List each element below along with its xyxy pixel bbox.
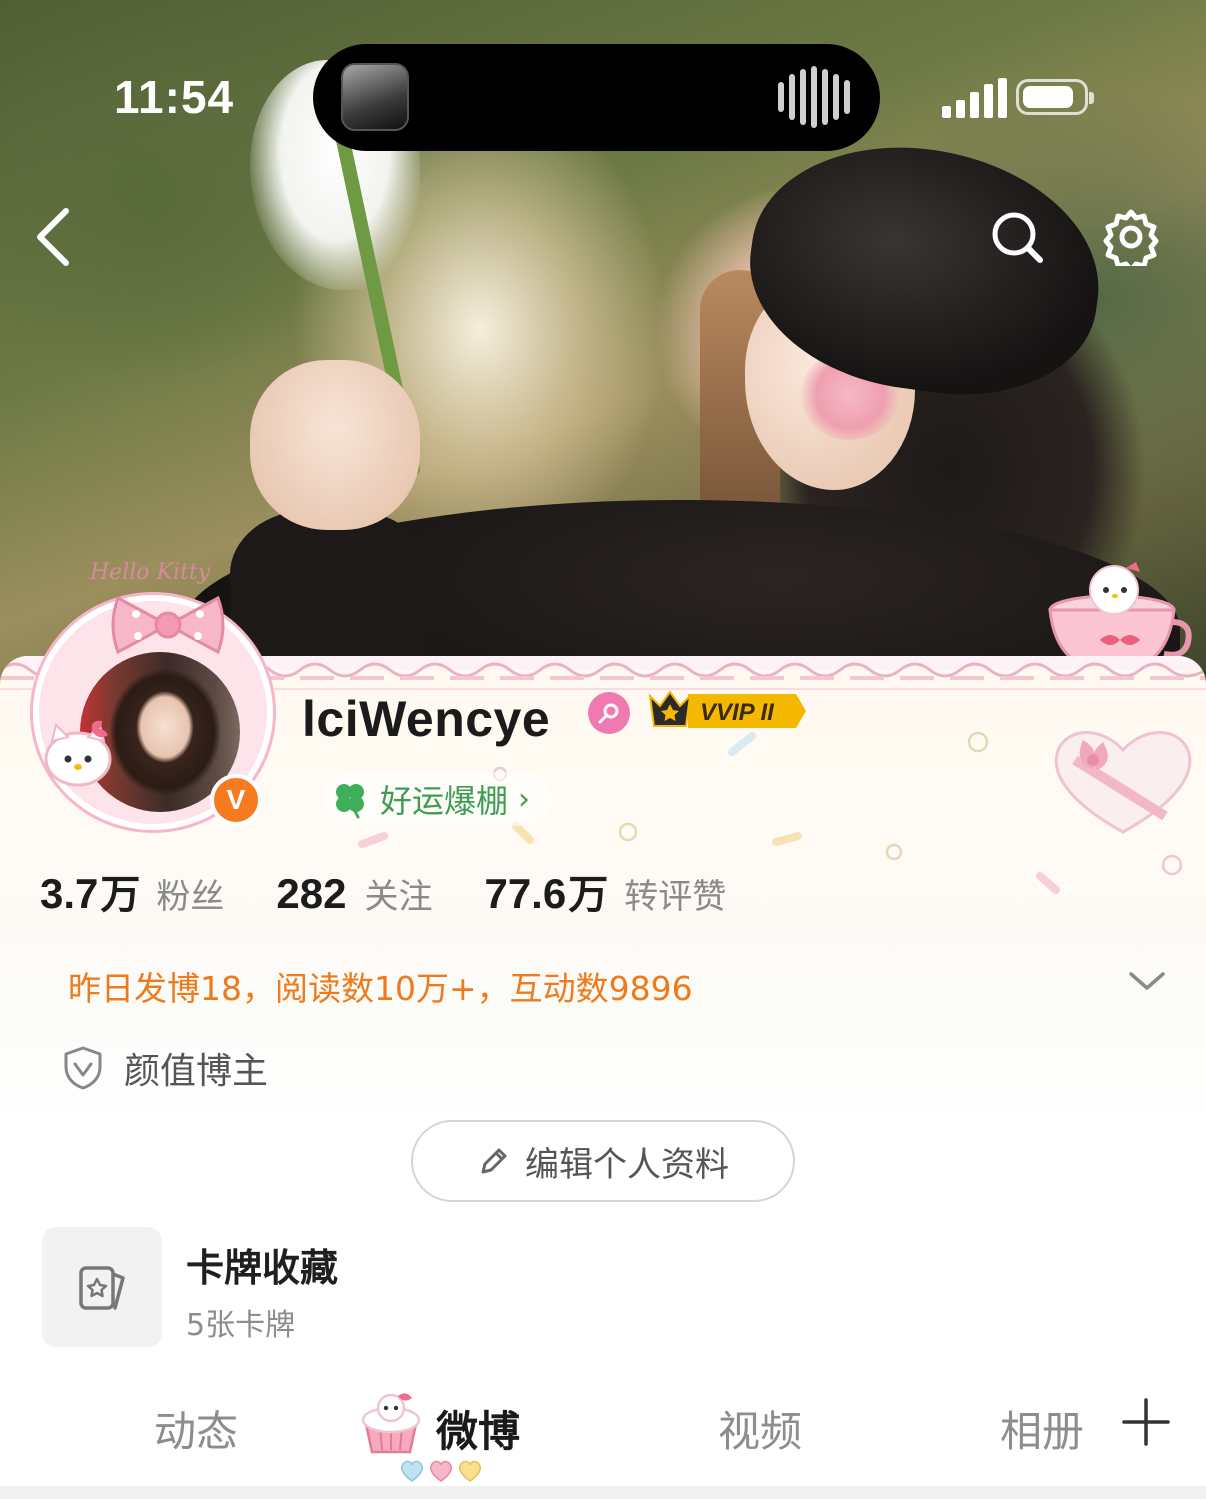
stat-unit: 万: [568, 872, 609, 918]
audio-wave-icon: [778, 66, 850, 128]
activity-summary[interactable]: 昨日发博18，阅读数10万+，互动数9896: [68, 962, 693, 1010]
tab-video[interactable]: 视频: [718, 1398, 802, 1459]
chevron-left-icon[interactable]: [30, 205, 80, 269]
bottom-divider: [0, 1486, 1206, 1499]
hand: [250, 360, 420, 530]
dynamic-island[interactable]: [313, 44, 880, 151]
gear-icon[interactable]: [1102, 208, 1160, 266]
verified-badge-icon: V: [210, 774, 262, 826]
search-icon[interactable]: [988, 208, 1046, 266]
tab-album[interactable]: 相册: [1000, 1398, 1084, 1459]
tab-dynamics[interactable]: 动态: [154, 1398, 238, 1459]
now-playing-thumbnail: [341, 63, 409, 131]
edit-profile-label: 编辑个人资料: [525, 1144, 729, 1185]
card-collection-button[interactable]: [42, 1227, 162, 1347]
chevron-down-icon[interactable]: [1126, 966, 1168, 996]
card-collection-subtitle: 5张卡牌: [186, 1308, 296, 1343]
status-time: 11:54: [114, 71, 235, 123]
signal-icon: [942, 78, 1007, 118]
hearts-decoration: [400, 1460, 482, 1482]
chevron-right-icon: ›: [518, 781, 531, 817]
clover-icon: [336, 784, 364, 819]
battery-icon: [1016, 79, 1094, 115]
heart-gift-decoration: [1054, 731, 1192, 834]
card-collection-title[interactable]: 卡牌收藏: [186, 1237, 338, 1292]
stat-number: 3.7: [40, 870, 99, 917]
username: lciWencye: [302, 691, 551, 747]
edit-profile-button[interactable]: 编辑个人资料: [411, 1120, 795, 1202]
stat-label: 转评赞: [624, 877, 727, 917]
tab-bar: 动态 微博 视频 相册: [0, 1380, 1206, 1480]
pink-bow-decoration: [111, 595, 225, 655]
stat-followers[interactable]: 3.7 万 粉丝: [40, 862, 224, 920]
vvip-badge[interactable]: VVIP II: [648, 688, 808, 734]
stat-number: 282: [276, 870, 347, 917]
tab-weibo[interactable]: 微博: [436, 1398, 520, 1459]
hello-kitty-icon: [44, 720, 112, 787]
stat-following[interactable]: 282 关注: [276, 869, 432, 918]
stat-number: 77.6: [484, 870, 567, 917]
luck-tag-label: 好运爆棚: [380, 782, 509, 820]
luck-tag[interactable]: 好运爆棚 ›: [322, 772, 553, 826]
category-tag[interactable]: 颜值博主: [62, 1042, 268, 1094]
avatar-frame-label: Hello Kitty: [90, 560, 211, 585]
stat-label: 关注: [364, 877, 433, 917]
female-icon: [588, 692, 630, 734]
shield-icon: [64, 1046, 102, 1090]
stats-row: 3.7 万 粉丝 282 关注 77.6 万 转评赞: [40, 862, 778, 920]
stat-label: 粉丝: [156, 877, 225, 917]
vvip-badge-label: VVIP II: [700, 699, 775, 726]
category-tag-label: 颜值博主: [124, 1051, 269, 1092]
card-collection-icon: [79, 1266, 125, 1310]
stat-unit: 万: [100, 872, 141, 918]
stat-interactions[interactable]: 77.6 万 转评赞: [484, 862, 726, 920]
plus-icon[interactable]: [1120, 1396, 1172, 1448]
pencil-icon: [481, 1148, 507, 1174]
cupcake-icon: [361, 1393, 421, 1454]
